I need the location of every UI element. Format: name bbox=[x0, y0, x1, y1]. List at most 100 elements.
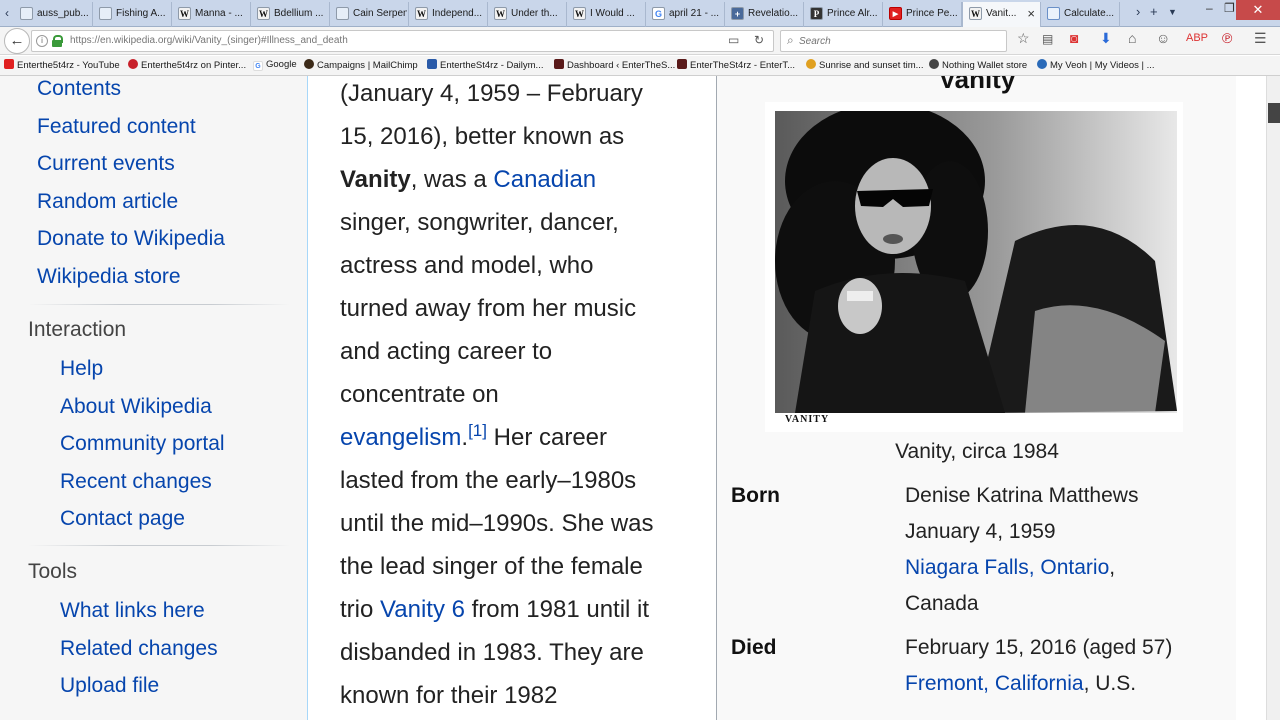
sidebar-link-featured-content[interactable]: Featured content bbox=[37, 115, 196, 139]
died-place-link[interactable]: Fremont, California bbox=[905, 672, 1084, 695]
back-button[interactable]: ← bbox=[4, 28, 30, 54]
sidebar-link-community-portal[interactable]: Community portal bbox=[60, 432, 225, 456]
bookmark-star-icon[interactable]: ☆ bbox=[1017, 30, 1030, 47]
tab-title: I Would ... bbox=[590, 8, 635, 19]
sidebar-divider bbox=[28, 545, 290, 546]
tab[interactable]: Gapril 21 - ... bbox=[646, 2, 725, 27]
tab[interactable]: ▶ Prince Pe... bbox=[883, 2, 962, 27]
bookmark-label: Nothing Wallet store bbox=[942, 60, 1028, 71]
sidebar-heading-interaction[interactable]: Interaction bbox=[28, 318, 126, 342]
tab[interactable]: W Bdellium ... bbox=[251, 2, 330, 27]
bookmark-item[interactable]: My Veoh | My Videos | ... bbox=[1037, 59, 1155, 71]
sidebar-heading-tools[interactable]: Tools bbox=[28, 560, 77, 584]
minimize-icon[interactable]: – bbox=[1206, 1, 1213, 15]
bookmark-item[interactable]: Sunrise and sunset tim... bbox=[806, 59, 924, 71]
url-text[interactable]: https://en.wikipedia.org/wiki/Vanity_(si… bbox=[70, 35, 348, 46]
sidebar-link-upload-file[interactable]: Upload file bbox=[60, 674, 159, 698]
tab[interactable]: + Revelatio... bbox=[725, 2, 804, 27]
home-icon[interactable]: ⌂ bbox=[1128, 30, 1136, 46]
tab[interactable]: P Prince Alr... bbox=[804, 2, 883, 27]
wiki-sidebar: Contents Featured content Current events Ra… bbox=[0, 76, 308, 720]
article-line: disbanded in 1983. They are bbox=[340, 639, 644, 666]
sidebar-link-help[interactable]: Help bbox=[60, 357, 103, 381]
portrait-photo[interactable] bbox=[775, 111, 1177, 413]
article-link[interactable]: evangelism bbox=[340, 424, 461, 451]
site-info-icon[interactable]: i bbox=[36, 35, 48, 47]
pinterest-icon[interactable]: ℗ bbox=[1222, 30, 1232, 46]
page-content: Contents Featured content Current events Ra… bbox=[0, 76, 1266, 720]
tab[interactable]: W Manna - ... bbox=[172, 2, 251, 27]
sun-icon bbox=[806, 59, 816, 69]
sidebar-link-related-changes[interactable]: Related changes bbox=[60, 637, 218, 661]
bookmark-item[interactable]: Enterthe5t4rz - YouTube bbox=[4, 59, 120, 71]
bookmark-item[interactable]: G Google bbox=[253, 59, 297, 71]
restore-icon[interactable]: ❐ bbox=[1224, 1, 1235, 15]
document-icon bbox=[336, 7, 349, 20]
sidebar-link-wikipedia-store[interactable]: Wikipedia store bbox=[37, 265, 181, 289]
sidebar-link-about-wikipedia[interactable]: About Wikipedia bbox=[60, 395, 212, 419]
sidebar-link-donate-to-wikipedia[interactable]: Donate to Wikipedia bbox=[37, 227, 225, 251]
article-line: trio Vanity 6 from 1981 until it bbox=[340, 596, 650, 623]
menu-icon[interactable]: ☰ bbox=[1254, 30, 1267, 47]
citation-link[interactable]: [1] bbox=[468, 421, 487, 440]
tab-list-dropdown-icon[interactable]: ▼ bbox=[1168, 7, 1177, 17]
article-line: (January 4, 1959 – February bbox=[340, 80, 643, 107]
reader-view-icon[interactable]: ▭ bbox=[728, 33, 739, 47]
sidebar-link-current-events[interactable]: Current events bbox=[37, 152, 175, 176]
tab-scroll-right-icon[interactable]: › bbox=[1136, 4, 1140, 19]
tab-title: Revelatio... bbox=[748, 8, 799, 19]
sidebar-link-contact-page[interactable]: Contact page bbox=[60, 507, 185, 531]
prince-icon: P bbox=[810, 7, 823, 20]
lock-icon bbox=[52, 35, 63, 47]
url-bar[interactable]: i https://en.wikipedia.org/wiki/Vanity_(… bbox=[31, 30, 774, 52]
tab-title: Cain Serpent ... bbox=[353, 8, 407, 19]
bookmark-item[interactable]: EnterTheSt4rz - EnterT... bbox=[677, 59, 795, 71]
sidebar-link-contents[interactable]: Contents bbox=[37, 77, 121, 101]
tab[interactable]: Fishing A... bbox=[93, 2, 172, 27]
article-line: concentrate on bbox=[340, 381, 499, 408]
sidebar-link-recent-changes[interactable]: Recent changes bbox=[60, 470, 212, 494]
tab-scroll-left-icon[interactable]: ‹ bbox=[1, 5, 13, 21]
bookmark-label: Campaigns | MailChimp bbox=[317, 60, 418, 71]
search-bar[interactable]: ⌕ bbox=[780, 30, 1007, 52]
tab[interactable]: W I Would ... bbox=[567, 2, 646, 27]
document-icon bbox=[20, 7, 33, 20]
sidebar-link-what-links-here[interactable]: What links here bbox=[60, 599, 205, 623]
born-name: Denise Katrina Matthews bbox=[905, 484, 1139, 507]
tab[interactable]: Calculate... bbox=[1041, 2, 1120, 27]
bookmark-item[interactable]: EntertheSt4rz - Dailym... bbox=[427, 59, 543, 71]
tab-close-icon[interactable]: × bbox=[1027, 6, 1035, 21]
scroll-thumb[interactable] bbox=[1268, 103, 1280, 123]
article-line: turned away from her music bbox=[340, 295, 637, 322]
tab-active[interactable]: W Vanit... × bbox=[962, 2, 1041, 27]
new-tab-icon[interactable]: + bbox=[1150, 4, 1158, 19]
bookmark-item[interactable]: Nothing Wallet store bbox=[929, 59, 1027, 71]
tab[interactable]: auss_pub... bbox=[14, 2, 93, 27]
bookmark-item[interactable]: Enterthe5t4rz on Pinter... bbox=[128, 59, 246, 71]
bookmark-item[interactable]: Dashboard ‹ EnterTheS... bbox=[554, 59, 675, 71]
article-line: Vanity, was a Canadian bbox=[340, 166, 597, 193]
page-scrollbar[interactable] bbox=[1266, 76, 1280, 720]
tab-title: Calculate... bbox=[1064, 8, 1115, 19]
reload-icon[interactable]: ↻ bbox=[754, 33, 764, 47]
bookmark-item[interactable]: Campaigns | MailChimp bbox=[304, 59, 418, 71]
article-line: 15, 2016), better known as bbox=[340, 123, 625, 150]
tab-title: Bdellium ... bbox=[274, 8, 324, 19]
sidebar-link-random-article[interactable]: Random article bbox=[37, 190, 178, 214]
window-close-icon[interactable]: ✕ bbox=[1236, 0, 1280, 20]
article-link[interactable]: Vanity 6 bbox=[380, 596, 465, 623]
tab[interactable]: Cain Serpent ... bbox=[330, 2, 409, 27]
search-input[interactable] bbox=[799, 33, 999, 49]
born-date: January 4, 1959 bbox=[905, 520, 1056, 543]
tab[interactable]: W Independ... bbox=[409, 2, 488, 27]
pocket-icon[interactable]: ◙ bbox=[1070, 30, 1078, 46]
article-link[interactable]: Canadian bbox=[493, 166, 596, 193]
born-place-link[interactable]: Niagara Falls, Ontario bbox=[905, 556, 1109, 579]
wikipedia-icon: W bbox=[573, 7, 586, 20]
wikipedia-icon: W bbox=[494, 7, 507, 20]
chat-icon[interactable]: ☺ bbox=[1156, 30, 1170, 46]
downloads-icon[interactable]: ⬇ bbox=[1100, 30, 1112, 47]
tab[interactable]: W Under th... bbox=[488, 2, 567, 27]
adblock-icon[interactable]: ABP bbox=[1186, 32, 1208, 44]
bookmarks-library-icon[interactable]: ▤ bbox=[1042, 32, 1053, 46]
